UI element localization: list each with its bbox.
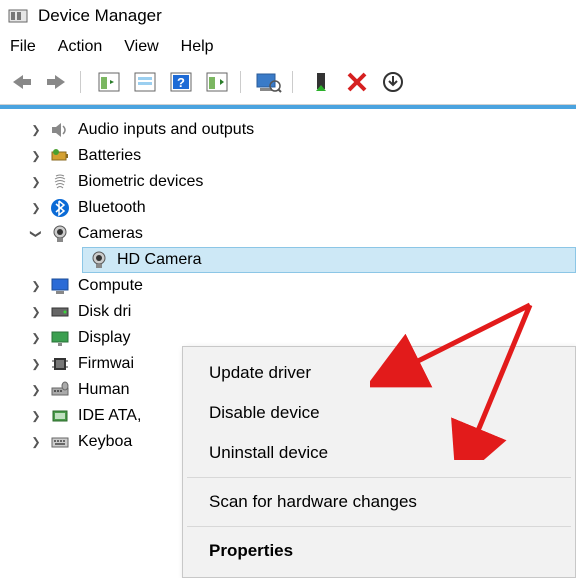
chevron-right-icon[interactable]: ❯ bbox=[30, 124, 42, 137]
toolbar-separator-2 bbox=[240, 71, 246, 93]
menubar: File Action View Help bbox=[0, 32, 576, 64]
chevron-right-icon[interactable]: ❯ bbox=[30, 436, 42, 449]
tree-node-label: Disk dri bbox=[78, 303, 131, 321]
forward-button[interactable] bbox=[42, 68, 72, 96]
help-button[interactable]: ? bbox=[166, 68, 196, 96]
ctx-update-driver[interactable]: Update driver bbox=[183, 353, 575, 393]
tree-node-label: Biometric devices bbox=[78, 173, 203, 191]
toolbar-separator bbox=[80, 71, 86, 93]
back-button[interactable] bbox=[6, 68, 36, 96]
chip-icon bbox=[50, 354, 70, 374]
chevron-right-icon[interactable]: ❯ bbox=[30, 384, 42, 397]
ctx-disable-device[interactable]: Disable device bbox=[183, 393, 575, 433]
ctx-scan-hardware[interactable]: Scan for hardware changes bbox=[183, 482, 575, 522]
tree-node-cameras[interactable]: ❯ Cameras bbox=[50, 221, 576, 247]
tree-node-label: Compute bbox=[78, 277, 143, 295]
tree-node-label: Cameras bbox=[78, 225, 143, 243]
ctx-separator bbox=[187, 526, 571, 527]
titlebar: Device Manager bbox=[0, 0, 576, 32]
tree-node-label: Human bbox=[78, 381, 130, 399]
chevron-down-icon[interactable]: ❯ bbox=[30, 228, 43, 240]
chevron-right-icon[interactable]: ❯ bbox=[30, 410, 42, 423]
menu-action[interactable]: Action bbox=[58, 38, 102, 56]
svg-text:?: ? bbox=[177, 75, 185, 90]
hid-icon bbox=[50, 380, 70, 400]
chevron-right-icon[interactable]: ❯ bbox=[30, 358, 42, 371]
scan-button[interactable] bbox=[202, 68, 232, 96]
tree-node-biometric[interactable]: ❯ Biometric devices bbox=[50, 169, 576, 195]
menu-help[interactable]: Help bbox=[181, 38, 214, 56]
speaker-icon bbox=[50, 120, 70, 140]
show-hidden-button[interactable] bbox=[94, 68, 124, 96]
ide-icon bbox=[50, 406, 70, 426]
tree-node-label: Audio inputs and outputs bbox=[78, 121, 254, 139]
fingerprint-icon bbox=[50, 172, 70, 192]
window-title: Device Manager bbox=[38, 6, 162, 26]
bluetooth-icon bbox=[50, 198, 70, 218]
keyboard-icon bbox=[50, 432, 70, 452]
tree-node-label: Firmwai bbox=[78, 355, 134, 373]
menu-view[interactable]: View bbox=[124, 38, 158, 56]
ctx-properties[interactable]: Properties bbox=[183, 531, 575, 571]
chevron-right-icon[interactable]: ❯ bbox=[30, 306, 42, 319]
toolbar-separator-3 bbox=[292, 71, 298, 93]
tree-node-label: Display bbox=[78, 329, 130, 347]
tree-node-disk[interactable]: ❯ Disk dri bbox=[50, 299, 576, 325]
tree-node-label: Bluetooth bbox=[78, 199, 146, 217]
chevron-right-icon[interactable]: ❯ bbox=[30, 202, 42, 215]
chevron-right-icon[interactable]: ❯ bbox=[30, 280, 42, 293]
tree-node-audio[interactable]: ❯ Audio inputs and outputs bbox=[50, 117, 576, 143]
tree-node-label: HD Camera bbox=[117, 251, 201, 269]
battery-icon bbox=[50, 146, 70, 166]
camera-icon bbox=[50, 224, 70, 244]
ctx-uninstall-device[interactable]: Uninstall device bbox=[183, 433, 575, 473]
chevron-right-icon[interactable]: ❯ bbox=[30, 176, 42, 189]
tree-node-hd-camera[interactable]: HD Camera bbox=[82, 247, 576, 273]
disable-device-button[interactable] bbox=[342, 68, 372, 96]
context-menu: Update driver Disable device Uninstall d… bbox=[182, 346, 576, 578]
chevron-right-icon[interactable]: ❯ bbox=[30, 332, 42, 345]
chevron-right-icon[interactable]: ❯ bbox=[30, 150, 42, 163]
tree-node-label: IDE ATA, bbox=[78, 407, 141, 425]
scan-hardware-button[interactable] bbox=[254, 68, 284, 96]
update-driver-button[interactable] bbox=[306, 68, 336, 96]
tree-node-computer[interactable]: ❯ Compute bbox=[50, 273, 576, 299]
toolbar: ? bbox=[0, 64, 576, 105]
uninstall-device-button[interactable] bbox=[378, 68, 408, 96]
ctx-separator bbox=[187, 477, 571, 478]
tree-node-batteries[interactable]: ❯ Batteries bbox=[50, 143, 576, 169]
tree-node-label: Keyboa bbox=[78, 433, 132, 451]
camera-icon bbox=[89, 250, 109, 270]
monitor-icon bbox=[50, 276, 70, 296]
tree-node-bluetooth[interactable]: ❯ Bluetooth bbox=[50, 195, 576, 221]
drive-icon bbox=[50, 302, 70, 322]
menu-file[interactable]: File bbox=[10, 38, 36, 56]
tree-node-label: Batteries bbox=[78, 147, 141, 165]
app-icon bbox=[8, 6, 28, 26]
properties-button[interactable] bbox=[130, 68, 160, 96]
display-icon bbox=[50, 328, 70, 348]
